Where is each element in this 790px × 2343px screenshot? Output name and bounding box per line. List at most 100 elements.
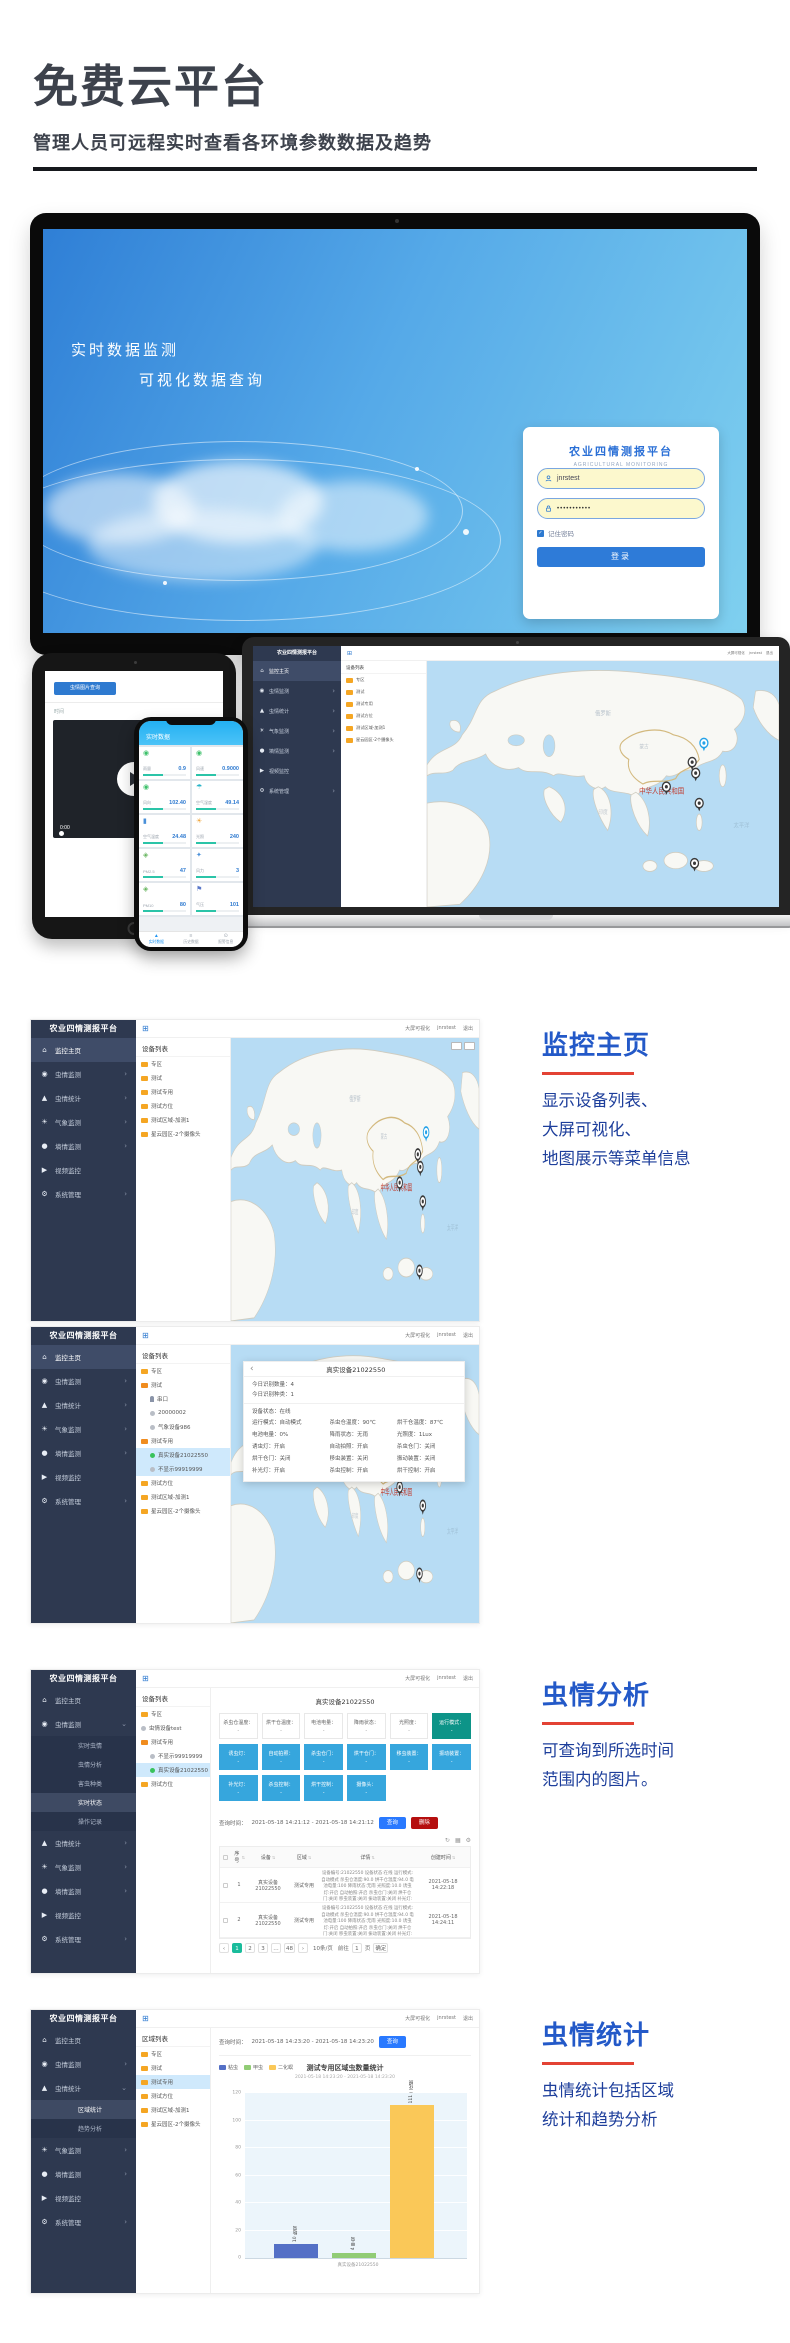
map-fullscreen-toggle[interactable]: [464, 1042, 475, 1050]
topbar-link[interactable]: 大屏可视化: [727, 651, 745, 656]
sidebar-menu-item[interactable]: ▲ 虫情统计 ›: [31, 1831, 136, 1855]
sidebar-menu-item[interactable]: ▶ 视频监控: [31, 1903, 136, 1927]
sidebar-menu-item[interactable]: ● 墒情监测 ›: [31, 1134, 136, 1158]
phone-tab[interactable]: ≡ 历史数据: [174, 932, 209, 947]
apps-grid-icon[interactable]: ⊞: [142, 1331, 149, 1340]
region-tree-node[interactable]: 星云园区-2个摄像头: [136, 2117, 210, 2131]
bar-粘虫[interactable]: [274, 2244, 318, 2258]
table-row[interactable]: 1 真实设备 21022550 测试专用 设备编号:21022550 设备状态:…: [220, 1868, 470, 1903]
password-field[interactable]: •••••••••••: [537, 498, 705, 519]
device-tree-node[interactable]: 专区: [136, 1364, 230, 1378]
query-time-range[interactable]: 2021-05-18 14:23:20 - 2021-05-18 14:23:2…: [252, 2039, 374, 2045]
remember-checkbox[interactable]: ✓: [537, 530, 544, 537]
device-tree-node[interactable]: 测试: [136, 1378, 230, 1392]
device-tree-node[interactable]: 真实设备21022550: [136, 1763, 210, 1777]
device-tree-node[interactable]: 测试区域-加测1: [136, 1113, 230, 1127]
sidebar-menu-item[interactable]: ● 墒情监测 ›: [31, 2162, 136, 2186]
apps-grid-icon[interactable]: ⊞: [142, 2014, 149, 2023]
topbar-link[interactable]: 大屏可视化: [405, 1332, 430, 1339]
col-time[interactable]: 创建时间: [416, 1847, 470, 1867]
topbar-link[interactable]: 大屏可视化: [405, 1675, 430, 1682]
apps-grid-icon[interactable]: ⊞: [347, 650, 352, 657]
sensor-card[interactable]: ◉ 风向 102.40: [139, 781, 190, 813]
control-card[interactable]: 补光灯： -: [219, 1775, 258, 1801]
sidebar-menu-item[interactable]: ☀ 气象监测 ›: [253, 721, 341, 741]
sidebar-menu-item[interactable]: ● 墒情监测 ›: [31, 1879, 136, 1903]
jump-confirm-button[interactable]: 确定: [373, 1943, 388, 1953]
video-progress-knob[interactable]: [59, 831, 64, 836]
sidebar-menu-item[interactable]: ⌂ 监控主页: [253, 661, 341, 681]
sidebar-menu-item[interactable]: ▶ 视频监控: [31, 2186, 136, 2210]
device-tree-node[interactable]: 测试: [136, 1071, 230, 1085]
sidebar-menu-item[interactable]: 害虫种类: [31, 1774, 136, 1793]
sensor-card[interactable]: ✦ 风力 3: [192, 849, 243, 881]
sensor-card[interactable]: ⚑ 气压 101: [192, 883, 243, 915]
control-card[interactable]: 烘干仓门： -: [347, 1744, 386, 1770]
username-field[interactable]: jnrstest: [537, 468, 705, 489]
sidebar-menu-item[interactable]: ⚙ 系统管理 ›: [31, 2210, 136, 2234]
device-tree-node[interactable]: 星云园区-2个摄像头: [341, 734, 426, 746]
topbar-link[interactable]: 退出: [463, 1332, 473, 1339]
device-tree-node[interactable]: 气象设备986: [136, 1420, 230, 1434]
page-size[interactable]: 10条/页: [313, 1944, 333, 1952]
sidebar-menu-item[interactable]: ▶ 视频监控: [253, 761, 341, 781]
sidebar-menu-item[interactable]: ⚙ 系统管理 ›: [31, 1489, 136, 1513]
col-detail[interactable]: 详情: [319, 1847, 416, 1867]
device-tree-node[interactable]: 真实设备21022550: [136, 1448, 230, 1462]
sidebar-menu-item[interactable]: ▲ 虫情统计 ›: [31, 1086, 136, 1110]
legend-item[interactable]: 甲虫: [244, 2064, 263, 2071]
device-tree-node[interactable]: 专区: [341, 674, 426, 686]
device-tree-node[interactable]: 串口: [136, 1392, 230, 1406]
topbar-link[interactable]: jnrstest: [437, 2015, 456, 2022]
search-button[interactable]: 查询: [379, 1817, 406, 1829]
device-tree-node[interactable]: 专区: [136, 1707, 210, 1721]
sidebar-menu-item[interactable]: 操作记录: [31, 1812, 136, 1831]
sidebar-menu-item[interactable]: ▲ 虫情统计 ⌄: [31, 2076, 136, 2100]
sidebar-menu-item[interactable]: ☀ 气象监测 ›: [31, 1417, 136, 1441]
page-button[interactable]: 48: [284, 1943, 295, 1953]
row-checkbox[interactable]: [223, 1883, 228, 1888]
asia-map[interactable]: 俄罗斯 蒙古 印度 太平洋 中华人民共和国: [231, 1038, 479, 1321]
device-tree-node[interactable]: 测试方位: [136, 1476, 230, 1490]
table-tool-icon[interactable]: ⚙: [466, 1837, 471, 1844]
page-button[interactable]: ‹: [219, 1943, 229, 1953]
sidebar-menu-item[interactable]: ☀ 气象监测 ›: [31, 1110, 136, 1134]
apps-grid-icon[interactable]: ⊞: [142, 1674, 149, 1683]
col-no[interactable]: 序号: [231, 1847, 247, 1867]
topbar-link[interactable]: 大屏可视化: [405, 1025, 430, 1032]
control-card[interactable]: 移虫装置： -: [390, 1744, 429, 1770]
stats-plot[interactable]: 02040608010012010 粘虫4 甲虫111 二化螟: [245, 2093, 467, 2259]
sidebar-menu-item[interactable]: ▲ 虫情统计 ›: [31, 1393, 136, 1417]
query-time-range[interactable]: 2021-05-18 14:21:12 - 2021-05-18 14:21:1…: [252, 1820, 374, 1826]
sensor-card[interactable]: ☂ 空气湿度 49.14: [192, 781, 243, 813]
remember-password-row[interactable]: ✓ 记住密码: [537, 528, 705, 538]
search-button[interactable]: 查询: [379, 2036, 406, 2048]
sensor-card[interactable]: ◈ PM10 80: [139, 883, 190, 915]
device-tree-node[interactable]: 星云园区-2个摄像头: [136, 1504, 230, 1518]
sidebar-menu-item[interactable]: ⚙ 系统管理 ›: [31, 1927, 136, 1951]
device-tree-node[interactable]: 测试专用: [136, 1434, 230, 1448]
sidebar-menu-item[interactable]: ● 墒情监测 ›: [31, 1441, 136, 1465]
jump-input[interactable]: 1: [352, 1943, 362, 1953]
sidebar-menu-item[interactable]: ▶ 视频监控: [31, 1158, 136, 1182]
control-card[interactable]: 诱虫灯： -: [219, 1744, 258, 1770]
table-tool-icon[interactable]: ▦: [455, 1837, 461, 1844]
sidebar-menu-item[interactable]: 虫情分析: [31, 1755, 136, 1774]
region-tree-node[interactable]: 专区: [136, 2047, 210, 2061]
region-tree-node[interactable]: 测试专用: [136, 2075, 210, 2089]
sensor-card[interactable]: ☀ 光照 240: [192, 815, 243, 847]
control-card[interactable]: 烘干控制： -: [304, 1775, 343, 1801]
sidebar-menu-item[interactable]: ⌂ 监控主页: [31, 1345, 136, 1369]
device-tree-node[interactable]: 不显示99919999: [136, 1462, 230, 1476]
sensor-card[interactable]: ◉ 风速 0.9000: [192, 747, 243, 779]
sidebar-menu-item[interactable]: ⚙ 系统管理 ›: [31, 1182, 136, 1206]
login-button[interactable]: 登录: [537, 547, 705, 567]
topbar-link[interactable]: 退出: [463, 2015, 473, 2022]
page-button[interactable]: …: [271, 1943, 281, 1953]
sidebar-menu-item[interactable]: 区域统计: [31, 2100, 136, 2119]
topbar-link[interactable]: 大屏可视化: [405, 2015, 430, 2022]
phone-tab[interactable]: ⊙ 报警信息: [208, 932, 243, 947]
sidebar-menu-item[interactable]: 趋势分析: [31, 2119, 136, 2138]
sidebar-menu-item[interactable]: ⌂ 监控主页: [31, 1688, 136, 1712]
device-tree-node[interactable]: 测试区域-加测1: [136, 1490, 230, 1504]
